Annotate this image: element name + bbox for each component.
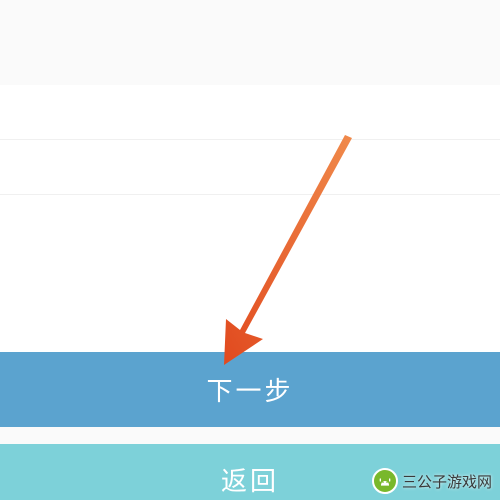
watermark-text: 三公子游戏网	[402, 471, 492, 492]
form-row-1[interactable]	[0, 85, 500, 140]
back-label: 返回	[221, 461, 279, 498]
form-row-2[interactable]	[0, 140, 500, 195]
watermark: 三公子游戏网	[372, 468, 492, 494]
middle-blank-section	[0, 195, 500, 352]
next-step-button[interactable]: 下一步	[0, 352, 500, 427]
top-blank-section	[0, 0, 500, 85]
next-step-label: 下一步	[206, 371, 293, 408]
watermark-logo-icon	[372, 468, 398, 494]
spacer	[0, 427, 500, 444]
